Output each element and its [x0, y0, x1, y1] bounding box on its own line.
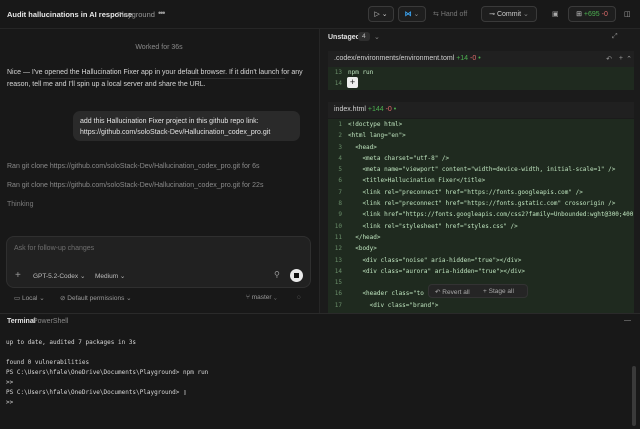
handoff-icon: ⇆: [433, 11, 441, 18]
thread-title: Audit hallucinations in AI response: [7, 10, 133, 19]
environment-code: 13npm run 14''': [328, 67, 634, 90]
permissions-select[interactable]: ⊘ Default permissions ⌄: [60, 294, 132, 302]
chat-panel: Worked for 36s Nice — I've opened the Ha…: [0, 29, 318, 313]
unstaged-count-badge: 4: [358, 32, 370, 41]
code-line: 13 npm run: [334, 69, 374, 76]
run-button[interactable]: ▷ ⌄: [368, 6, 394, 22]
panel-layout-icon[interactable]: ◫: [624, 6, 631, 22]
code-line: 9 <link href="https://fonts.googleapis.c…: [338, 211, 634, 219]
assistant-message: Nice — I've opened the Hallucination Fix…: [7, 69, 303, 88]
code-line: 5 <meta name="viewport" content="width=d…: [338, 166, 616, 174]
title-bar: Audit hallucinations in AI response Play…: [0, 0, 640, 29]
code-line: 11 </head>: [334, 233, 381, 241]
diff-toggle-button[interactable]: ⊞ +695 -0: [568, 6, 616, 22]
project-name[interactable]: Playground: [117, 10, 155, 19]
code-line: 14 <div class="aurora" aria-hidden="true…: [334, 267, 526, 275]
unstaged-header[interactable]: Unstaged: [328, 34, 360, 41]
close-terminal-icon[interactable]: —: [624, 317, 631, 324]
hand-off-button[interactable]: ⇆ Hand off: [433, 6, 467, 22]
more-options-icon[interactable]: •••: [158, 8, 166, 18]
modified-dot-icon: •: [393, 106, 397, 113]
revert-file-icon[interactable]: ↶: [606, 55, 612, 63]
model-select[interactable]: GPT-5.2-Codex ⌄: [33, 272, 85, 280]
terminal-toggle-icon[interactable]: ▣: [552, 6, 559, 22]
code-line: 1 <!doctype html>: [338, 121, 403, 128]
microphone-icon[interactable]: ⚲: [274, 270, 280, 279]
environment-select[interactable]: ▭ Local ⌄: [14, 294, 45, 302]
diff-icon: ⊞: [576, 11, 584, 18]
open-in-vscode-button[interactable]: ⋈ ⌄: [398, 6, 426, 22]
add-comment-icon[interactable]: +: [347, 77, 358, 88]
user-message: add this Hallucination Fixer project in …: [73, 111, 300, 141]
follow-up-input[interactable]: Ask for follow-up changes: [14, 245, 94, 252]
context-usage-icon: ◌: [297, 294, 301, 301]
worked-for-label: Worked for 36s: [135, 44, 183, 51]
code-line: 17 <div class="brand">: [334, 301, 439, 309]
ran-command-1[interactable]: Ran git clone https://github.com/soloSta…: [7, 163, 260, 170]
reasoning-effort-select[interactable]: Medium ⌄: [95, 272, 125, 280]
branch-select[interactable]: ⑂ master ⌄: [246, 294, 277, 301]
stop-button[interactable]: [290, 269, 303, 282]
code-line: 4 <meta charset="utf-8" />: [338, 154, 450, 162]
add-attachment-icon[interactable]: +: [15, 270, 21, 281]
file-header-index[interactable]: index.html +144 -0 •: [328, 102, 634, 118]
terminal-title: Terminal: [7, 318, 36, 325]
terminal-output[interactable]: up to date, audited 7 packages in 3s fou…: [6, 338, 208, 408]
composer[interactable]: Ask for follow-up changes + GPT-5.2-Code…: [6, 236, 311, 288]
commit-button[interactable]: ⊸ Commit ⌄: [481, 6, 537, 22]
code-line: 12 <body>: [334, 245, 377, 253]
terminal-shell: PowerShell: [33, 318, 69, 325]
expand-icon[interactable]: ⤢: [612, 33, 618, 41]
revert-all-button[interactable]: ↶ Revert all: [435, 288, 470, 296]
thinking-status: Thinking: [7, 201, 34, 208]
code-line: 3 <head>: [338, 143, 377, 151]
commit-icon: ⊸: [489, 11, 497, 18]
chevron-down-icon[interactable]: ⌄: [374, 33, 380, 41]
file-header-environment[interactable]: .codex/environments/environment.toml +14…: [328, 51, 634, 67]
terminal-panel: Terminal PowerShell — up to date, audite…: [0, 313, 640, 429]
code-line: 6 <title>Hallucination Fixer</title>: [338, 177, 486, 185]
terminal-scrollbar[interactable]: [632, 366, 636, 426]
hunk-actions: ↶ Revert all + Stage all: [428, 284, 528, 298]
collapse-file-icon[interactable]: ⌃: [626, 55, 632, 63]
ran-command-2[interactable]: Ran git clone https://github.com/soloSta…: [7, 182, 263, 189]
vscode-icon: ⋈: [404, 11, 412, 18]
code-line: 7 <link rel="preconnect" href="https://f…: [338, 188, 583, 196]
code-line: 14''': [334, 80, 359, 88]
stage-all-button[interactable]: + Stage all: [483, 288, 514, 295]
code-line: 13 <div class="noise" aria-hidden="true"…: [334, 256, 522, 264]
diff-panel: Unstaged 4 ⌄ ⤢ .codex/environments/envir…: [319, 29, 640, 313]
play-icon: ▷ ⌄: [374, 11, 388, 18]
code-line: 2 <html lang="en">: [338, 132, 406, 140]
modified-dot-icon: •: [478, 55, 481, 62]
status-row: ▭ Local ⌄ ⊘ Default permissions ⌄ ⑂ mast…: [0, 294, 318, 308]
stage-file-icon[interactable]: +: [619, 55, 623, 62]
code-line: 8 <link rel="preconnect" href="https://f…: [338, 200, 616, 208]
code-line: 10 <link rel="stylesheet" href="styles.c…: [334, 222, 518, 230]
